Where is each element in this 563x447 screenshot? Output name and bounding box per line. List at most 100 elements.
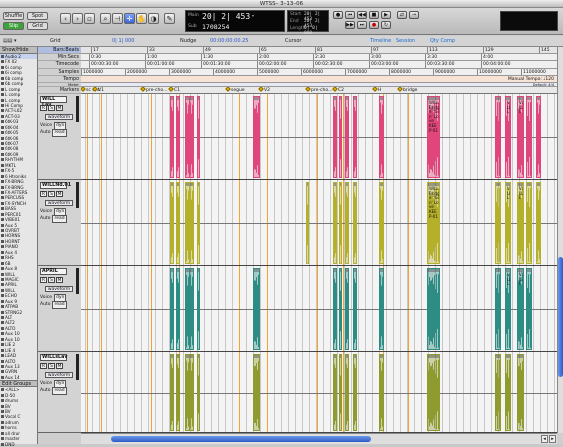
track-visibility-icon[interactable] (1, 218, 4, 222)
solo-button[interactable]: S (48, 277, 55, 283)
audio-region[interactable] (170, 354, 174, 431)
track-visibility-icon[interactable] (1, 326, 4, 330)
marker-item[interactable]: pre-cho… (305, 87, 333, 93)
min-secs-ruler[interactable]: 0:30 1:00 1:30 2:00 2:30 3:00 3:30 4:00 (81, 54, 557, 62)
track-visibility-icon[interactable] (1, 370, 4, 374)
audio-region[interactable] (353, 96, 357, 178)
track-visibility-icon[interactable] (1, 152, 4, 156)
smart-tool-icon[interactable]: ✛ (124, 13, 135, 24)
marker-item[interactable]: C1 (168, 87, 180, 93)
timeline-label[interactable]: Timeline (370, 38, 391, 44)
audio-region[interactable] (495, 354, 501, 431)
track-name-field[interactable]: WILL Lav (40, 96, 67, 108)
track-visibility-icon[interactable] (1, 310, 4, 314)
track-visibility-icon[interactable] (1, 234, 4, 238)
automation-mode-selector[interactable]: read (52, 129, 67, 137)
audio-region[interactable] (517, 354, 524, 431)
tab-to-transient-icon[interactable]: → (409, 11, 419, 19)
track-visibility-icon[interactable] (1, 201, 4, 205)
marker-item[interactable]: bridge (397, 87, 417, 93)
solo-button[interactable]: S (48, 363, 55, 369)
ruler-label-minsecs[interactable]: Min:Secs (38, 54, 81, 62)
mute-button[interactable]: M (56, 105, 63, 111)
track-visibility-icon[interactable] (1, 174, 4, 178)
track-visibility-icon[interactable] (1, 250, 4, 254)
track-visibility-icon[interactable] (1, 321, 4, 325)
track-visibility-icon[interactable] (1, 212, 4, 216)
audio-region[interactable] (427, 268, 440, 350)
track-visibility-icon[interactable] (1, 348, 4, 352)
track-visibility-icon[interactable] (1, 239, 4, 243)
mute-button[interactable]: M (56, 363, 63, 369)
track-visibility-icon[interactable] (1, 125, 4, 129)
mute-button[interactable]: M (56, 277, 63, 283)
audio-region[interactable] (333, 182, 337, 264)
track-lane[interactable]: WILL Bridg e "Gi n' Lo ve KEE P-01 VI LL … (81, 180, 557, 266)
track-lane[interactable] (81, 352, 557, 433)
audio-region[interactable]: VI LL L (505, 268, 511, 350)
audio-region[interactable] (339, 96, 342, 178)
audio-region[interactable] (353, 354, 357, 431)
audio-region[interactable]: VI LL L (517, 268, 524, 350)
audio-region[interactable] (170, 96, 174, 178)
track-visibility-icon[interactable] (1, 283, 4, 287)
track-visibility-icon[interactable] (1, 245, 4, 249)
track-visibility-icon[interactable] (1, 87, 4, 91)
marker-item[interactable]: pre-cho… (140, 87, 168, 93)
audio-region[interactable] (197, 268, 200, 350)
track-visibility-icon[interactable] (1, 60, 4, 64)
trimmer-tool-icon[interactable]: ⊣ (112, 13, 123, 24)
record-enable-button[interactable]: R (40, 363, 47, 369)
audio-region[interactable] (253, 354, 260, 431)
pencil-tool-icon[interactable]: ✎ (164, 13, 175, 24)
track-visibility-icon[interactable] (1, 147, 4, 151)
audio-region[interactable] (379, 268, 384, 350)
marker-item[interactable]: V1 (92, 87, 104, 93)
audio-region[interactable] (176, 268, 180, 350)
horizontal-scrollbar[interactable]: ◂ ▸ (81, 433, 557, 444)
track-visibility-icon[interactable] (1, 76, 4, 80)
audio-region[interactable] (333, 96, 337, 178)
record-enable-button[interactable]: R (40, 191, 47, 197)
track-visibility-icon[interactable] (1, 267, 4, 271)
scroll-right-icon[interactable]: ▸ (549, 435, 556, 443)
audio-region[interactable] (495, 96, 501, 178)
vertical-scroll-thumb[interactable] (558, 257, 563, 377)
track-visibility-icon[interactable] (1, 163, 4, 167)
track-visibility-icon[interactable] (1, 55, 4, 58)
audio-region[interactable] (526, 268, 532, 350)
track-visibility-icon[interactable] (1, 114, 4, 118)
audio-region[interactable]: VI LL L (517, 182, 524, 264)
online-button-icon[interactable]: ● (333, 11, 343, 19)
scrubber-tool-icon[interactable]: ◑ (148, 13, 159, 24)
track-visibility-icon[interactable] (1, 65, 4, 69)
ruler-label-bars[interactable]: Bars:Beats (38, 47, 81, 55)
marker-item[interactable]: H (372, 87, 381, 93)
track-visibility-icon[interactable] (1, 103, 4, 107)
track-visibility-icon[interactable] (1, 332, 4, 336)
audio-region[interactable] (379, 182, 384, 264)
audio-region[interactable] (176, 354, 180, 431)
track-visibility-icon[interactable] (1, 299, 4, 303)
audio-region[interactable] (189, 354, 194, 431)
group-list-item[interactable]: DND (0, 442, 37, 447)
audio-region[interactable] (353, 268, 357, 350)
scroll-left-icon[interactable]: ◂ (541, 435, 548, 443)
record-icon[interactable]: ● (369, 21, 379, 29)
track-view-selector[interactable]: waveform (45, 200, 73, 206)
audio-region[interactable] (333, 268, 337, 350)
audio-region[interactable] (339, 268, 342, 350)
bars-beats-ruler[interactable]: 17 33 49 65 81 97 113 129 145 (81, 47, 557, 55)
track-visibility-icon[interactable] (1, 272, 4, 276)
return-to-zero-icon[interactable]: ⏮ (345, 11, 355, 19)
track-visibility-icon[interactable] (1, 190, 4, 194)
zoomer-tool-icon[interactable]: ⌕ (100, 13, 111, 24)
track-visibility-icon[interactable] (1, 229, 4, 232)
qty-comp-label[interactable]: Qty Comp (430, 38, 455, 44)
solo-button[interactable]: S (48, 191, 55, 197)
audio-region[interactable] (189, 268, 194, 350)
edit-groups-header[interactable]: Edit Groups (0, 380, 37, 388)
audio-region[interactable] (345, 182, 349, 264)
ruler-label-samples[interactable]: Samples (38, 68, 81, 76)
mute-button[interactable]: M (56, 191, 63, 197)
